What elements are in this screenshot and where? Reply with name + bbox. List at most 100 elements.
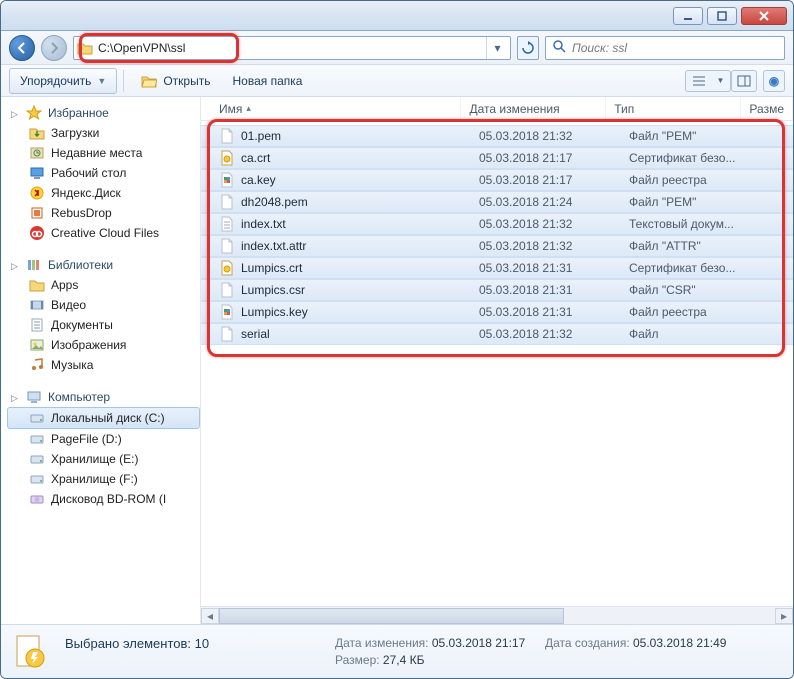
forward-button[interactable] bbox=[41, 35, 67, 61]
maximize-button[interactable] bbox=[707, 7, 737, 25]
file-row[interactable]: ca.crt05.03.2018 21:17Сертификат безо... bbox=[201, 147, 793, 169]
file-type: Файл "PEM" bbox=[621, 195, 761, 209]
titlebar bbox=[1, 1, 793, 31]
new-folder-button[interactable]: Новая папка bbox=[221, 68, 313, 94]
images-icon bbox=[29, 337, 45, 353]
address-dropdown-icon[interactable]: ▾ bbox=[486, 37, 508, 59]
libraries-item[interactable]: Музыка bbox=[7, 355, 200, 375]
toolbar: Упорядочить ▼ Открыть Новая папка ▼ ◉ bbox=[1, 65, 793, 97]
file-date: 05.03.2018 21:17 bbox=[471, 173, 621, 187]
column-type[interactable]: Тип bbox=[606, 97, 741, 120]
file-date: 05.03.2018 21:32 bbox=[471, 217, 621, 231]
search-input[interactable]: Поиск: ssl bbox=[545, 36, 785, 60]
computer-header[interactable]: ▷ Компьютер bbox=[7, 387, 200, 407]
file-date: 05.03.2018 21:32 bbox=[471, 239, 621, 253]
scroll-thumb[interactable] bbox=[219, 608, 564, 624]
hdd-icon bbox=[29, 471, 45, 487]
rebus-icon bbox=[29, 205, 45, 221]
file-name: Lumpics.key bbox=[241, 305, 308, 319]
sort-asc-icon: ▴ bbox=[246, 103, 251, 114]
file-type: Файл "CSR" bbox=[621, 283, 761, 297]
collapse-icon: ▷ bbox=[11, 261, 20, 270]
file-name: Lumpics.crt bbox=[241, 261, 302, 275]
file-name: ca.key bbox=[241, 173, 276, 187]
pane-icon bbox=[737, 75, 751, 87]
file-name: 01.pem bbox=[241, 129, 281, 143]
view-options-button[interactable]: ▼ bbox=[685, 70, 731, 92]
video-icon bbox=[29, 297, 45, 313]
favorites-item[interactable]: Недавние места bbox=[7, 143, 200, 163]
file-row[interactable]: index.txt.attr 05.03.2018 21:32Файл "ATTR… bbox=[201, 235, 793, 257]
file-list-area: Имя ▴ Дата изменения Тип Разме 01.pem05.… bbox=[201, 97, 793, 624]
libraries-header[interactable]: ▷ Библиотеки bbox=[7, 255, 200, 275]
file-file-icon bbox=[219, 326, 235, 342]
horizontal-scrollbar[interactable]: ◂ ▸ bbox=[201, 606, 793, 624]
favorites-item[interactable]: Creative Cloud Files bbox=[7, 223, 200, 243]
libraries-icon bbox=[26, 257, 42, 273]
favorites-item[interactable]: Яндекс.Диск bbox=[7, 183, 200, 203]
minimize-button[interactable] bbox=[673, 7, 703, 25]
refresh-button[interactable] bbox=[517, 36, 539, 60]
file-row[interactable]: dh2048.pem05.03.2018 21:24Файл "PEM" bbox=[201, 191, 793, 213]
file-type: Файл "ATTR" bbox=[621, 239, 761, 253]
libraries-item[interactable]: Документы bbox=[7, 315, 200, 335]
desktop-icon bbox=[29, 165, 45, 181]
back-button[interactable] bbox=[9, 35, 35, 61]
collapse-icon: ▷ bbox=[11, 109, 20, 118]
file-type: Файл "PEM" bbox=[621, 129, 761, 143]
file-cert-icon bbox=[219, 260, 235, 276]
folder-icon bbox=[29, 277, 45, 293]
file-name: index.txt.attr bbox=[241, 239, 306, 253]
search-icon bbox=[552, 39, 566, 56]
open-button[interactable]: Открыть bbox=[130, 68, 221, 94]
recent-icon bbox=[29, 145, 45, 161]
close-button[interactable] bbox=[741, 7, 787, 25]
file-file-icon bbox=[219, 282, 235, 298]
favorites-item[interactable]: RebusDrop bbox=[7, 203, 200, 223]
scroll-left-icon[interactable]: ◂ bbox=[201, 608, 219, 624]
file-key-icon bbox=[219, 304, 235, 320]
file-cert-icon bbox=[219, 150, 235, 166]
file-date: 05.03.2018 21:32 bbox=[471, 327, 621, 341]
column-size[interactable]: Разме bbox=[741, 97, 793, 120]
file-row[interactable]: Lumpics.key05.03.2018 21:31Файл реестра bbox=[201, 301, 793, 323]
file-row[interactable]: index.txt05.03.2018 21:32Текстовый докум… bbox=[201, 213, 793, 235]
favorites-header[interactable]: ▷ Избранное bbox=[7, 103, 200, 123]
address-bar[interactable]: C:\OpenVPN\ssl ▾ bbox=[73, 36, 511, 60]
file-row[interactable]: 01.pem05.03.2018 21:32Файл "PEM" bbox=[201, 125, 793, 147]
status-icon bbox=[11, 632, 51, 672]
help-button[interactable]: ◉ bbox=[763, 70, 785, 92]
star-icon bbox=[26, 105, 42, 121]
libraries-item[interactable]: Изображения bbox=[7, 335, 200, 355]
file-name: index.txt bbox=[241, 217, 286, 231]
favorites-item[interactable]: Рабочий стол bbox=[7, 163, 200, 183]
computer-item[interactable]: Хранилище (E:) bbox=[7, 449, 200, 469]
file-row[interactable]: ca.key05.03.2018 21:17Файл реестра bbox=[201, 169, 793, 191]
nav-sidebar: ▷ Избранное ЗагрузкиНедавние местаРабочи… bbox=[1, 97, 201, 624]
computer-item[interactable]: Дисковод BD-ROM (I bbox=[7, 489, 200, 509]
favorites-group: ▷ Избранное ЗагрузкиНедавние местаРабочи… bbox=[7, 103, 200, 243]
file-row[interactable]: Lumpics.csr05.03.2018 21:31Файл "CSR" bbox=[201, 279, 793, 301]
yadisk-icon bbox=[29, 185, 45, 201]
chevron-down-icon: ▼ bbox=[717, 76, 725, 85]
file-name: Lumpics.csr bbox=[241, 283, 305, 297]
libraries-item[interactable]: Видео bbox=[7, 295, 200, 315]
column-name[interactable]: Имя ▴ bbox=[211, 97, 461, 120]
search-placeholder: Поиск: ssl bbox=[572, 41, 627, 55]
scroll-right-icon[interactable]: ▸ bbox=[775, 608, 793, 624]
preview-pane-button[interactable] bbox=[731, 70, 757, 92]
file-row[interactable]: serial05.03.2018 21:32Файл bbox=[201, 323, 793, 345]
column-date[interactable]: Дата изменения bbox=[461, 97, 606, 120]
computer-group: ▷ Компьютер Локальный диск (C:)PageFile … bbox=[7, 387, 200, 509]
computer-item[interactable]: Хранилище (F:) bbox=[7, 469, 200, 489]
organize-button[interactable]: Упорядочить ▼ bbox=[9, 68, 117, 94]
favorites-item[interactable]: Загрузки bbox=[7, 123, 200, 143]
file-date: 05.03.2018 21:24 bbox=[471, 195, 621, 209]
file-file-icon bbox=[219, 194, 235, 210]
computer-item[interactable]: PageFile (D:) bbox=[7, 429, 200, 449]
docs-icon bbox=[29, 317, 45, 333]
libraries-item[interactable]: Apps bbox=[7, 275, 200, 295]
file-row[interactable]: Lumpics.crt05.03.2018 21:31Сертификат бе… bbox=[201, 257, 793, 279]
computer-item[interactable]: Локальный диск (C:) bbox=[7, 407, 200, 429]
hdd-icon bbox=[29, 451, 45, 467]
